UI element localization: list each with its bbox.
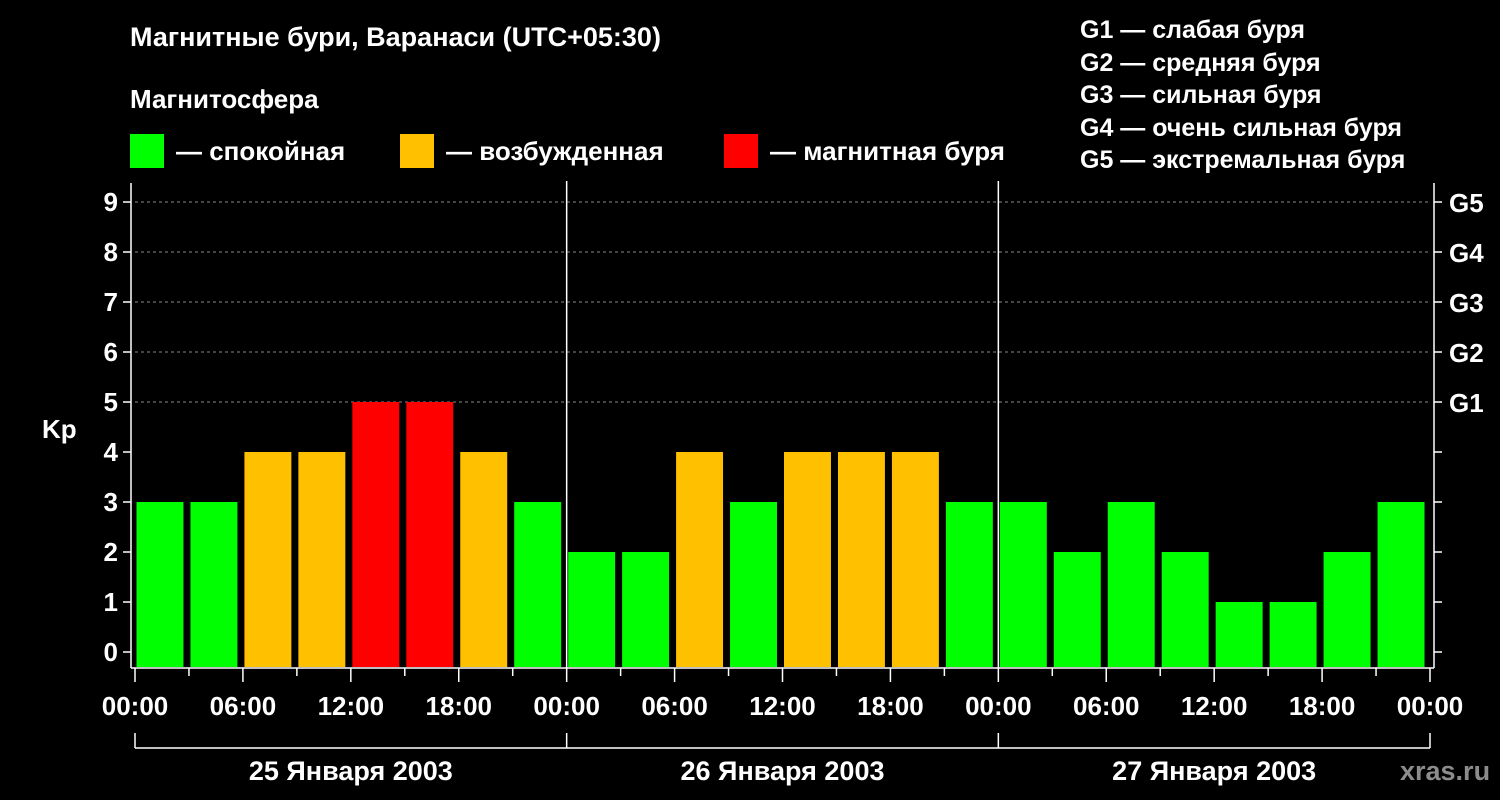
x-tick-label: 00:00 <box>533 691 600 721</box>
kp-bar <box>190 502 238 667</box>
kp-bar <box>945 502 993 667</box>
y-tick-label: 1 <box>104 587 118 617</box>
y-tick-label: 9 <box>104 187 118 217</box>
y-tick-label: 2 <box>104 537 118 567</box>
kp-bar <box>622 552 670 667</box>
y-tick-label: 7 <box>104 287 118 317</box>
right-axis-label-g5: G5 <box>1449 188 1484 218</box>
kp-bar <box>1053 552 1101 667</box>
y-tick-label: 4 <box>104 437 119 467</box>
x-tick-label: 18:00 <box>426 691 493 721</box>
x-tick-label: 18:00 <box>857 691 924 721</box>
kp-bar <box>1161 552 1209 667</box>
kp-bar <box>784 452 831 667</box>
kp-bar <box>460 452 508 667</box>
x-tick-label: 00:00 <box>1397 691 1464 721</box>
kp-bar <box>298 452 346 667</box>
right-axis-label-g4: G4 <box>1449 238 1484 268</box>
x-tick-label: 06:00 <box>1073 691 1140 721</box>
kp-bar <box>1215 602 1263 667</box>
kp-bar-chart: 0 1 2 3 4 5 6 7 8 9 Kp G1 G2 G3 G4 G5 00:00 06:00 12:00 18:… <box>42 181 1484 786</box>
kp-bar <box>1107 502 1155 667</box>
kp-bar <box>1269 602 1317 667</box>
day-label: 26 Января 2003 <box>681 756 885 786</box>
x-tick-label: 06:00 <box>641 691 708 721</box>
kp-bar <box>514 502 562 667</box>
x-tick-label: 12:00 <box>1181 691 1248 721</box>
y-axis-label: Kp <box>42 414 77 444</box>
kp-bar <box>244 452 292 667</box>
kp-bar <box>352 402 400 667</box>
x-tick-label: 00:00 <box>102 691 169 721</box>
kp-bar <box>136 502 184 667</box>
kp-bar <box>999 502 1047 667</box>
y-tick-label: 0 <box>104 637 118 667</box>
watermark: xras.ru <box>1400 756 1491 786</box>
x-tick-label: 06:00 <box>210 691 277 721</box>
x-tick-label: 12:00 <box>749 691 816 721</box>
kp-bar <box>676 452 724 667</box>
kp-bar <box>1377 502 1425 667</box>
y-tick-label: 6 <box>104 337 118 367</box>
kp-bar <box>730 502 777 667</box>
kp-bar <box>837 452 885 667</box>
day-label: 27 Января 2003 <box>1112 756 1316 786</box>
kp-bar <box>891 452 939 667</box>
right-axis-label-g1: G1 <box>1449 388 1484 418</box>
right-axis-label-g2: G2 <box>1449 338 1484 368</box>
x-tick-label: 18:00 <box>1289 691 1356 721</box>
kp-bar <box>406 402 454 667</box>
y-tick-label: 8 <box>104 237 118 267</box>
kp-bar <box>1323 552 1371 667</box>
day-label: 25 Января 2003 <box>249 756 453 786</box>
kp-bar <box>568 552 616 667</box>
x-tick-label: 12:00 <box>318 691 385 721</box>
x-tick-label: 00:00 <box>965 691 1032 721</box>
right-axis-label-g3: G3 <box>1449 288 1484 318</box>
y-tick-label: 5 <box>104 387 118 417</box>
y-tick-label: 3 <box>104 487 118 517</box>
